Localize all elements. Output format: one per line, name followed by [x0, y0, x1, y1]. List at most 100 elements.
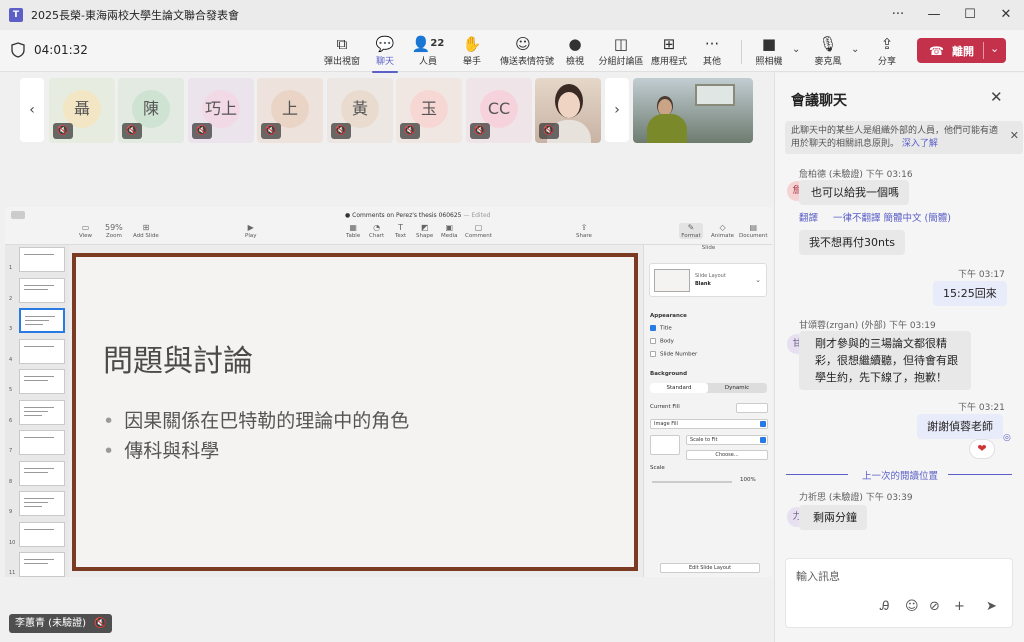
scale-mode-select[interactable]: Scale to Fit: [686, 435, 768, 445]
emoji-icon[interactable]: ☺: [905, 599, 919, 614]
heart-reaction-icon[interactable]: ❤: [969, 439, 995, 459]
shape-icon: ◩: [420, 223, 429, 232]
external-notice: 此聊天中的某些人是組織外部的人員，他們可能有適用於聊天的相關訊息原則。 深入了解…: [785, 121, 1023, 154]
keynote-media-button[interactable]: ▣ Media: [441, 223, 458, 239]
more-button[interactable]: ··· 其他: [689, 34, 735, 70]
share-button[interactable]: ⇪ 分享: [864, 34, 910, 70]
wall-painting: [695, 84, 735, 106]
gallery-prev-button[interactable]: ‹: [20, 78, 44, 142]
keynote-add-slide-button[interactable]: ⊞ Add Slide: [133, 223, 159, 239]
translate-link[interactable]: 翻譯: [799, 210, 818, 224]
slide-thumbnail[interactable]: [19, 308, 65, 333]
sidebar-toggle-icon[interactable]: [11, 211, 25, 219]
keynote-table-button[interactable]: ▦ Table: [346, 223, 360, 239]
participant-tile[interactable]: 陳 🔇: [118, 78, 184, 143]
background-segmented-control[interactable]: Standard Dynamic: [650, 383, 767, 393]
fill-type-select[interactable]: Image Fill: [650, 419, 768, 429]
slide-number-checkbox[interactable]: Slide Number: [650, 351, 697, 358]
emoji-button[interactable]: ☺ 傳送表情符號: [500, 34, 554, 70]
participant-tile[interactable]: 上 🔇: [257, 78, 323, 143]
leave-button[interactable]: ☎ 離開 ⌄: [917, 38, 1006, 63]
slide-thumbnail[interactable]: [19, 430, 65, 455]
keynote-text-button[interactable]: T Text: [395, 223, 406, 239]
more-options-icon[interactable]: ···: [880, 0, 916, 30]
slide-number: 4: [9, 356, 13, 363]
participant-tile[interactable]: 黃 🔇: [327, 78, 393, 143]
participant-video-tile[interactable]: 🔇: [535, 78, 601, 143]
send-icon[interactable]: ➤: [986, 599, 997, 614]
camera-button[interactable]: ■ 照相機: [746, 34, 792, 70]
learn-more-link[interactable]: 深入了解: [902, 139, 938, 149]
leave-options-chevron-icon[interactable]: ⌄: [990, 42, 999, 55]
slide-thumbnail[interactable]: [19, 399, 65, 425]
gallery-next-button[interactable]: ›: [605, 78, 629, 142]
body-checkbox[interactable]: Body: [650, 338, 674, 345]
edit-slide-layout-button[interactable]: Edit Slide Layout: [660, 563, 760, 573]
keynote-toolbar: ● Comments on Perez's thesis 060625 — Ed…: [5, 207, 772, 245]
participant-tile[interactable]: 聶 🔇: [49, 78, 115, 143]
keynote-doc-title: ● Comments on Perez's thesis 060625 — Ed…: [345, 212, 491, 219]
loop-icon[interactable]: ⊘: [929, 599, 940, 614]
slide-bullet: • 傳科與科學: [103, 440, 220, 462]
slide-thumbnail[interactable]: [19, 521, 65, 547]
camera-icon: ■: [761, 35, 777, 53]
choose-image-button[interactable]: Choose...: [686, 450, 768, 460]
slide-thumbnail[interactable]: [19, 338, 65, 364]
slide-thumbnail[interactable]: [19, 277, 65, 303]
participant-tile[interactable]: CC 🔇: [466, 78, 532, 143]
scale-slider[interactable]: [652, 481, 732, 483]
shield-icon: [11, 42, 25, 58]
slide-thumbnail[interactable]: [19, 491, 65, 516]
microphone-button[interactable]: 🎙 麥克風: [805, 34, 851, 70]
never-translate-link[interactable]: 一律不翻譯 簡體中文 (簡體): [833, 210, 951, 224]
popout-icon: ⧉: [336, 35, 348, 53]
slide-canvas[interactable]: 問題與討論 • 因果關係在巴特勒的理論中的角色 • 傳科與科學: [72, 253, 638, 571]
message-input[interactable]: [796, 567, 996, 585]
minimize-icon[interactable]: —: [916, 0, 952, 30]
keynote-chart-button[interactable]: ◔ Chart: [369, 223, 384, 239]
slide-thumbnail[interactable]: [19, 460, 65, 486]
apps-button[interactable]: ⊞ 應用程式: [646, 34, 692, 70]
keynote-share-button[interactable]: ⇪ Share: [576, 223, 592, 239]
keynote-document-button[interactable]: ▤ Document: [739, 223, 768, 239]
participant-tile[interactable]: 玉 🔇: [396, 78, 462, 143]
slide-layout-picker[interactable]: Slide Layout Blank ⌄: [649, 263, 767, 297]
keynote-play-button[interactable]: ▶ Play: [245, 223, 256, 239]
message-bubble: 剛才參與的三場論文都很精彩，很想繼續聽，但待會有跟學生約，先下線了，抱歉！: [799, 331, 971, 390]
keynote-view-button[interactable]: ▭ View: [79, 223, 92, 239]
message-meta: 力祈思 (未驗證) 下午 03:39: [799, 493, 913, 503]
popout-button[interactable]: ⧉ 彈出視窗: [319, 34, 365, 70]
animate-icon: ◇: [719, 223, 726, 232]
slide-thumbnail[interactable]: [19, 247, 65, 272]
keynote-comment-button[interactable]: ▢ Comment: [465, 223, 492, 239]
emoji-icon: ☺: [515, 35, 531, 53]
participant-tile[interactable]: 巧上 🔇: [188, 78, 254, 143]
layout-thumbnail: [654, 269, 690, 292]
fill-swatch[interactable]: [736, 403, 768, 413]
maximize-icon[interactable]: ☐: [952, 0, 988, 30]
slide-number: 8: [9, 478, 13, 485]
dismiss-notice-icon[interactable]: ✕: [1010, 129, 1019, 142]
camera-options-chevron-icon[interactable]: ⌄: [792, 44, 800, 55]
slide-thumbnail[interactable]: [19, 552, 65, 577]
people-button[interactable]: 👤22 人員: [405, 34, 451, 70]
slide-thumbnail[interactable]: [19, 369, 65, 394]
raise-hand-button[interactable]: ✋ 舉手: [449, 34, 495, 70]
image-fill-preview[interactable]: [650, 435, 680, 455]
view-button[interactable]: ● 檢視: [552, 34, 598, 70]
close-icon[interactable]: ✕: [990, 88, 1003, 106]
add-icon[interactable]: +: [954, 599, 965, 614]
title-checkbox[interactable]: Title: [650, 325, 672, 332]
chat-button[interactable]: 💬 聊天: [362, 34, 408, 73]
keynote-zoom-button[interactable]: 59% Zoom: [105, 223, 123, 239]
breakout-rooms-button[interactable]: ◫ 分組討論區: [598, 34, 644, 70]
format-text-icon[interactable]: Ꭿ: [880, 599, 889, 614]
format-inspector: Slide Slide Layout Blank ⌄ Appearance Ti…: [643, 245, 772, 577]
keynote-format-button[interactable]: ✎ Format: [679, 223, 703, 239]
keynote-shape-button[interactable]: ◩ Shape: [416, 223, 433, 239]
close-window-icon[interactable]: ✕: [988, 0, 1024, 30]
keynote-animate-button[interactable]: ◇ Animate: [711, 223, 734, 239]
participant-video-tile[interactable]: [633, 78, 753, 143]
microphone-options-chevron-icon[interactable]: ⌄: [851, 44, 859, 55]
table-icon: ▦: [349, 223, 357, 232]
